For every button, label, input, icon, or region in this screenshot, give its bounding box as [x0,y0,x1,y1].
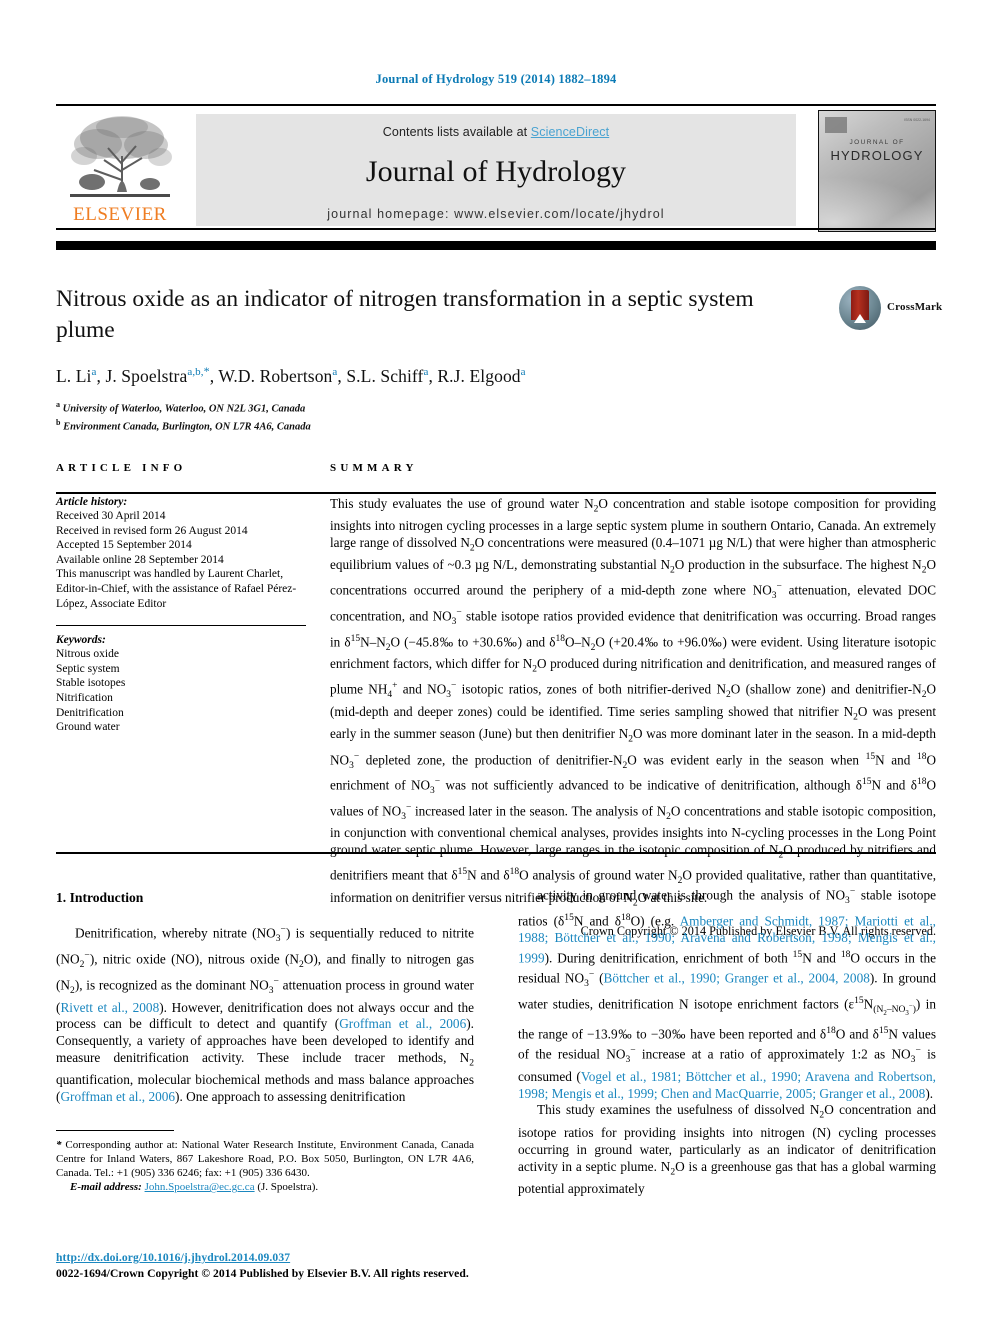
keywords-divider [56,625,306,627]
footer-block: http://dx.doi.org/10.1016/j.jhydrol.2014… [56,1248,516,1280]
summary-heading: SUMMARY [330,462,418,474]
running-head: Journal of Hydrology 519 (2014) 1882–189… [375,72,617,86]
article-history-label: Article history: [56,496,128,508]
body-top-rule [56,852,936,854]
author-name: J. Spoelstra [105,365,188,386]
cover-title-bottom: HYDROLOGY [830,148,924,163]
masthead-center-band: Contents lists available at ScienceDirec… [196,114,796,226]
crossmark-icon [839,286,881,330]
journal-cover-thumbnail: ISSN 0022-1694 JOURNAL OF HYDROLOGY [818,110,936,232]
keyword-item: Ground water [56,721,120,734]
elsevier-logo: ELSEVIER [58,112,182,230]
article-page: Journal of Hydrology 519 (2014) 1882–189… [0,0,992,1323]
keywords-label: Keywords: [56,634,106,647]
article-history-item: Accepted 15 September 2014 [56,539,192,552]
keyword-item: Stable isotopes [56,677,126,690]
keyword-list: Nitrous oxide Septic system Stable isotope… [56,647,306,735]
article-history-lines: Received 30 April 2014 Received in revise… [56,509,306,611]
corresponding-marker: * [203,364,210,378]
contents-prefix: Contents lists available at [382,125,531,139]
article-history-item: Received 30 April 2014 [56,510,166,522]
journal-homepage-line[interactable]: journal homepage: www.elsevier.com/locat… [196,207,796,221]
sciencedirect-link[interactable]: ScienceDirect [531,125,609,139]
section-heading-introduction: 1. Introduction [56,890,144,905]
masthead-top-rule [56,104,936,106]
elsevier-tree-icon [70,116,172,197]
intro-paragraph-2: activity in ground water is through the … [518,886,937,1101]
masthead-bottom-rule [56,228,936,230]
affiliation-marker: a [423,366,429,378]
crossmark-arrow-shape [854,314,866,323]
cover-logo-badge [825,117,847,133]
body-left-column: 1. Introduction Denitrification, whereby… [56,890,474,1106]
crossmark-label: CrossMark [887,301,943,313]
corresponding-author-text: * Corresponding author at: National Wate… [56,1139,474,1179]
abstract-text: This study evaluates the use of ground w… [330,496,937,909]
journal-masthead: ELSEVIER Contents lists available at Sci… [56,104,936,232]
author-name: L. Li [56,365,92,386]
author-name: S.L. Schiff [346,365,424,386]
author-name: R.J. Elgood [437,365,521,386]
cover-issn-text: ISSN 0022-1694 [904,118,930,122]
article-info-column: ARTICLE INFO Article history: Received 3… [56,462,306,735]
article-info-heading: ARTICLE INFO [56,462,187,474]
keyword-item: Denitrification [56,706,124,719]
contents-lists-line: Contents lists available at ScienceDirec… [196,114,796,139]
affiliation: a University of Waterloo, Waterloo, ON N… [56,399,306,415]
email-link[interactable]: John.Spoelstra@ec.gc.ca [145,1181,255,1193]
article-history-item: Received in revised form 26 August 2014 [56,524,248,537]
crossmark-badge[interactable]: CrossMark [839,286,942,332]
cover-title-top: JOURNAL OF [849,139,905,146]
keyword-item: Nitrification [56,691,113,704]
email-address-line: E-mail address: John.Spoelstra@ec.gc.ca … [56,1181,474,1195]
body-right-column: activity in ground water is through the … [518,884,936,1198]
author-list: L. Lia, J. Spoelstraa,b,*, W.D. Robertso… [56,364,526,386]
article-history-item: Available online 28 September 2014 [56,553,224,566]
intro-paragraph-1: Denitrification, whereby nitrate (NO3−) … [56,924,474,1105]
keyword-item: Nitrous oxide [56,648,119,661]
summary-column: SUMMARY This study evaluates the use of … [330,462,936,939]
email-label: E-mail address: [70,1181,142,1194]
affiliation: b Environment Canada, Burlington, ON L7R… [56,418,311,433]
affiliation-marker: a [91,366,97,378]
issn-copyright-line: 0022-1694/Crown Copyright © 2014 Publish… [56,1267,469,1280]
title-block: Nitrous oxide as an indicator of nitroge… [56,284,942,435]
page-title: Nitrous oxide as an indicator of nitroge… [56,286,754,343]
elsevier-wordmark: ELSEVIER [73,204,167,225]
affiliation-marker: a [332,366,338,378]
intro-paragraph-3: This study examines the usefulness of di… [518,1102,937,1196]
doi-link[interactable]: http://dx.doi.org/10.1016/j.jhydrol.2014… [56,1251,290,1264]
corresponding-author-footnote: * Corresponding author at: National Wate… [56,1130,474,1195]
article-history-item: This manuscript was handled by Laurent C… [56,568,297,610]
author-name: W.D. Robertson [218,365,333,386]
footnote-rule [56,1130,174,1132]
affiliation-marker: a [520,366,526,378]
keyword-item: Septic system [56,662,120,675]
email-suffix: (J. Spoelstra). [257,1181,319,1194]
masthead-thick-bar [56,241,936,250]
cover-photo-overlay [819,171,935,231]
journal-title: Journal of Hydrology [365,155,627,188]
affiliation-list: a University of Waterloo, Waterloo, ON N… [56,398,936,435]
